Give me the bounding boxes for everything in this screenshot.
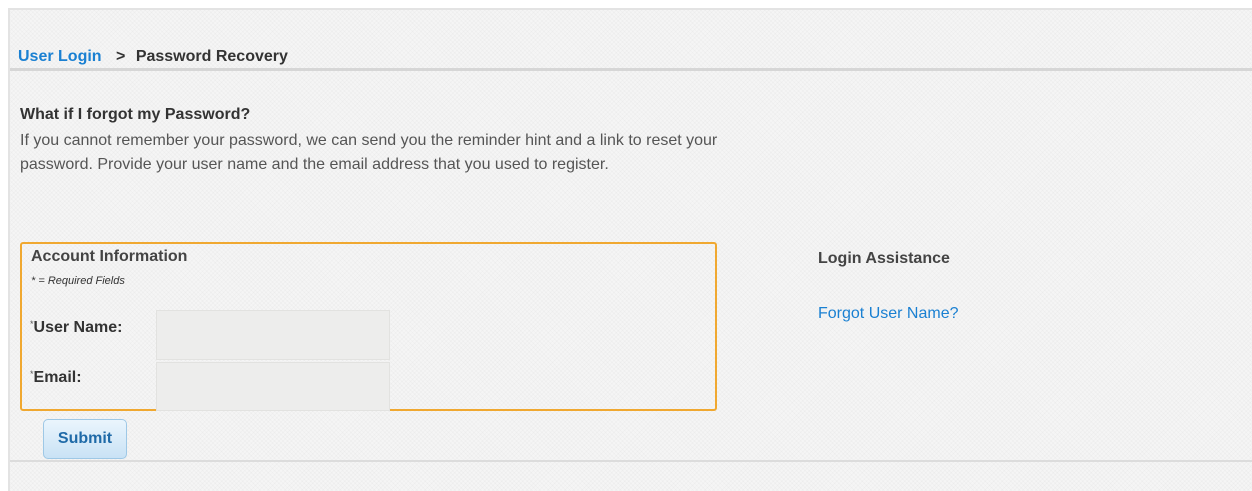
email-input[interactable] [156,362,390,411]
breadcrumb-current-page: Password Recovery [135,48,288,65]
breadcrumb: User Login > Password Recovery [18,48,288,66]
username-label-text: User Name: [33,319,123,336]
username-input[interactable] [156,310,390,360]
email-label: *Email: [30,369,82,387]
email-label-text: Email: [33,369,82,386]
intro-heading: What if I forgot my Password? [20,106,251,123]
bottom-divider [10,460,1252,462]
login-assistance-title: Login Assistance [818,250,950,267]
username-label: *User Name: [30,319,122,337]
breadcrumb-separator: > [116,48,126,65]
page-container: User Login > Password Recovery What if I… [8,8,1252,491]
breadcrumb-link-user-login[interactable]: User Login [18,48,102,65]
intro-section: What if I forgot my Password? If you can… [20,106,740,177]
breadcrumb-divider [10,68,1252,71]
account-information-title: Account Information [31,248,188,265]
forgot-username-link[interactable]: Forgot User Name? [818,305,959,323]
required-fields-note: * = Required Fields [31,275,125,287]
submit-button[interactable]: Submit [43,419,127,459]
intro-text: If you cannot remember your password, we… [20,132,718,173]
account-information-fieldset: Account Information * = Required Fields … [20,242,717,411]
